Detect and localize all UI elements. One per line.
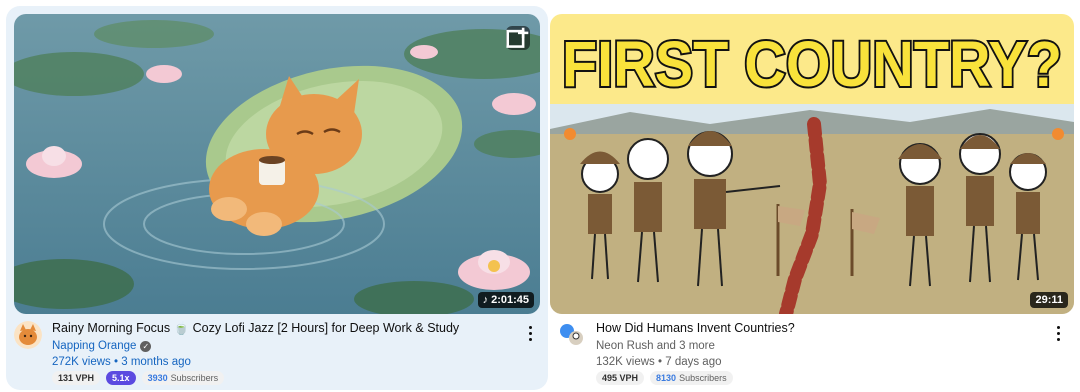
subscribers-label: Subscribers: [170, 373, 219, 383]
add-to-playlist-icon[interactable]: [506, 26, 530, 50]
kebab-dot: [528, 331, 532, 335]
collab-avatar-icon: [558, 321, 586, 349]
kebab-dot: [528, 325, 532, 329]
video-card-first-country[interactable]: FIRST COUNTRY? 29:11 How Did Humans Inve…: [550, 6, 1076, 390]
kebab-dot: [1056, 331, 1060, 335]
video-thumbnail[interactable]: FIRST COUNTRY? 29:11: [550, 14, 1074, 314]
duration-badge: ♪ 2:01:45: [477, 292, 534, 308]
views-and-date: 132K views • 7 days ago: [596, 356, 722, 368]
video-thumbnail[interactable]: ♪ 2:01:45: [14, 14, 540, 314]
music-note-icon: ♪: [482, 294, 489, 306]
kebab-dot: [528, 337, 532, 341]
video-info: Rainy Morning Focus 🍵 Cozy Lofi Jazz [2 …: [52, 321, 518, 385]
channel-avatar[interactable]: [558, 321, 586, 349]
subscribers-count: 3930: [147, 373, 168, 383]
duration-text: 29:11: [1035, 294, 1063, 306]
stats-row: 495 VPH 8130 Subscribers: [596, 371, 1046, 385]
kebab-dot: [1056, 325, 1060, 329]
thumbnail-image-cavemen-border: FIRST COUNTRY?: [550, 14, 1074, 314]
video-info: How Did Humans Invent Countries? Neon Ru…: [596, 321, 1046, 385]
kebab-dot: [1056, 337, 1060, 341]
subscribers-count: 8130: [656, 373, 677, 383]
channel-avatar[interactable]: [14, 321, 42, 349]
more-options-button[interactable]: [522, 321, 538, 345]
vph-badge: 495 VPH: [596, 371, 645, 385]
channel-name[interactable]: Neon Rush and 3 more: [596, 340, 715, 352]
orange-cat-avatar-icon: [14, 321, 42, 349]
video-meta: How Did Humans Invent Countries? Neon Ru…: [550, 321, 1076, 391]
channel-row: Napping Orange ✓: [52, 340, 518, 352]
video-meta: Rainy Morning Focus 🍵 Cozy Lofi Jazz [2 …: [6, 321, 548, 391]
thumbnail-headline: FIRST COUNTRY?: [562, 28, 1062, 100]
subscribers-badge: 8130 Subscribers: [650, 371, 733, 385]
multiplier-badge: 5.1x: [106, 371, 136, 385]
duration-text: 2:01:45: [491, 294, 529, 306]
thumbnail-image-cat-on-lily-pad: [14, 14, 540, 314]
duration-badge: 29:11: [1030, 292, 1068, 308]
channel-name[interactable]: Napping Orange: [52, 340, 136, 352]
video-title[interactable]: How Did Humans Invent Countries?: [596, 321, 1046, 335]
subscribers-badge: 3930 Subscribers: [141, 371, 225, 385]
more-options-button[interactable]: [1050, 321, 1066, 345]
channel-row: Neon Rush and 3 more: [596, 340, 1046, 352]
vph-badge: 131 VPH: [52, 371, 101, 385]
verified-check-icon: ✓: [140, 340, 152, 352]
stats-row: 131 VPH 5.1x 3930 Subscribers: [52, 371, 518, 385]
video-card-rainy-morning[interactable]: ♪ 2:01:45 Rainy Morning Focus 🍵 Cozy Lof…: [6, 6, 548, 390]
video-title[interactable]: Rainy Morning Focus 🍵 Cozy Lofi Jazz [2 …: [52, 321, 518, 335]
subscribers-label: Subscribers: [679, 373, 727, 383]
views-and-date: 272K views • 3 months ago: [52, 356, 191, 368]
